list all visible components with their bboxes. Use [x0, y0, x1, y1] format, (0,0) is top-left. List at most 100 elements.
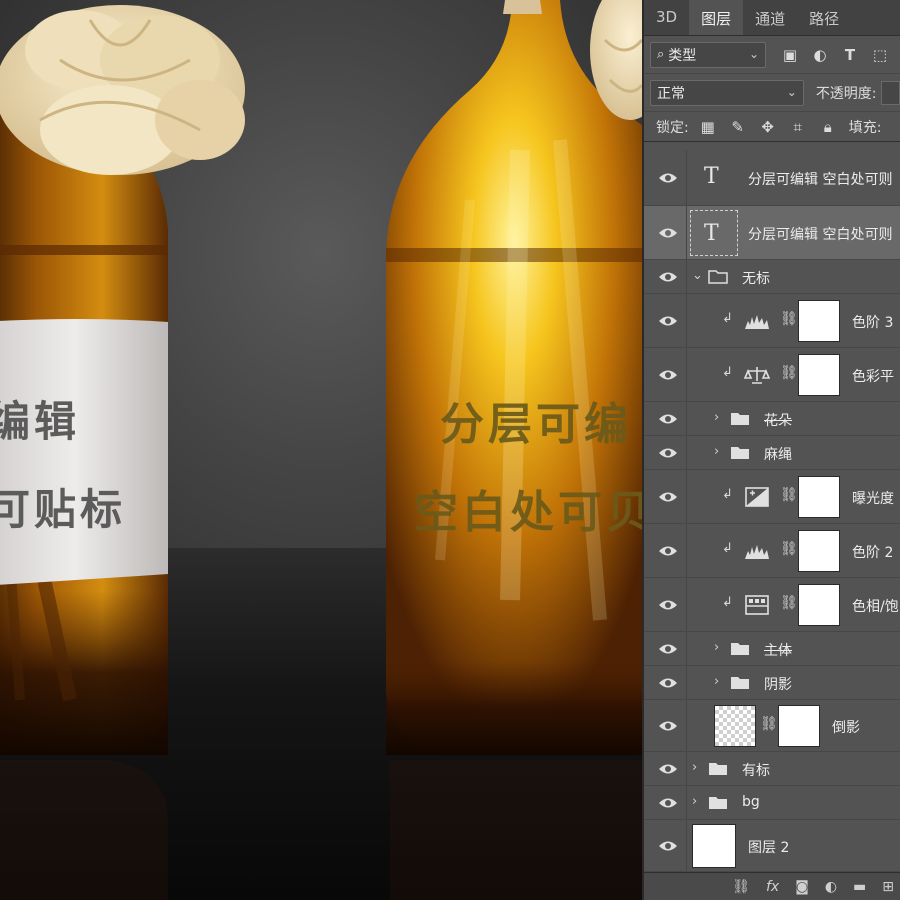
glass-text-line-1: 分层可编: [440, 399, 632, 450]
tab-channels[interactable]: 通道: [743, 0, 797, 35]
eye-icon[interactable]: [658, 762, 678, 776]
layer-row[interactable]: T 分层可编辑 空白处可则: [644, 206, 900, 260]
link-icon[interactable]: ⛓: [780, 311, 798, 327]
layer-name[interactable]: 有标: [742, 760, 770, 780]
layer-name[interactable]: 色相/饱: [852, 596, 899, 616]
fx-icon[interactable]: fx: [766, 879, 779, 895]
filter-shape-icon[interactable]: ⬚: [870, 46, 890, 64]
layer-row[interactable]: › 有标: [644, 752, 900, 786]
tab-paths[interactable]: 路径: [797, 0, 851, 35]
eye-icon[interactable]: [658, 719, 678, 733]
opacity-input[interactable]: [880, 80, 900, 105]
chevron-right-icon[interactable]: ›: [714, 640, 719, 655]
layer-row[interactable]: › bg: [644, 786, 900, 820]
chevron-right-icon[interactable]: ›: [692, 760, 697, 775]
blend-mode-value: 正常: [657, 85, 685, 102]
layer-row[interactable]: ↲ ⛓ 色彩平: [644, 348, 900, 402]
chevron-right-icon[interactable]: ›: [714, 410, 719, 425]
layer-name[interactable]: 麻绳: [764, 444, 792, 464]
eye-icon[interactable]: [658, 598, 678, 612]
eye-icon[interactable]: [658, 270, 678, 284]
document-canvas[interactable]: 编辑 可贴标 分层可编 空白处可贝: [0, 0, 642, 900]
layer-name[interactable]: 曝光度: [852, 488, 894, 508]
eye-icon[interactable]: [658, 642, 678, 656]
lock-image-icon[interactable]: ✎: [727, 118, 749, 136]
eye-icon[interactable]: [658, 490, 678, 504]
link-icon[interactable]: ⛓: [780, 365, 798, 381]
lock-position-icon[interactable]: ✥: [757, 118, 779, 136]
eye-icon[interactable]: [658, 544, 678, 558]
layer-mask-thumbnail[interactable]: [798, 530, 840, 572]
eye-icon[interactable]: [658, 368, 678, 382]
blend-mode-select[interactable]: 正常 ⌄: [650, 79, 804, 106]
chevron-right-icon[interactable]: ›: [692, 794, 697, 809]
new-group-icon[interactable]: ▬: [853, 879, 866, 895]
filter-adjustment-icon[interactable]: ◐: [810, 46, 830, 64]
link-layers-icon[interactable]: ⛓: [732, 879, 750, 895]
layer-name[interactable]: 分层可编辑 空白处可则: [748, 169, 892, 189]
chevron-right-icon[interactable]: ›: [714, 674, 719, 689]
layer-row[interactable]: ↲ ⛓ 曝光度: [644, 470, 900, 524]
layer-thumbnail[interactable]: [714, 705, 756, 747]
layer-row[interactable]: ↲ ⛓ 色相/饱: [644, 578, 900, 632]
color-balance-icon: [744, 367, 770, 384]
layer-row[interactable]: › 花朵: [644, 402, 900, 436]
eye-icon[interactable]: [658, 226, 678, 240]
folder-icon: [731, 677, 749, 689]
layer-row[interactable]: › 主体: [644, 632, 900, 666]
layer-row[interactable]: ⛓ 倒影: [644, 700, 900, 752]
layer-filter-select[interactable]: ⌕ 类型 ⌄: [650, 41, 766, 68]
add-mask-icon[interactable]: ◙: [795, 879, 809, 895]
layer-mask-thumbnail[interactable]: [798, 584, 840, 626]
lock-artboard-icon[interactable]: ⌗: [787, 118, 809, 136]
layer-name[interactable]: 色阶 2: [852, 542, 893, 562]
layer-name[interactable]: 主体: [764, 640, 792, 660]
layer-row[interactable]: › 阴影: [644, 666, 900, 700]
layer-name[interactable]: 花朵: [764, 410, 792, 430]
layer-name[interactable]: 分层可编辑 空白处可则: [748, 224, 892, 244]
tab-layers[interactable]: 图层: [689, 0, 744, 35]
layer-row[interactable]: 图层 2: [644, 820, 900, 872]
folder-icon: [709, 763, 727, 775]
eye-icon[interactable]: [658, 796, 678, 810]
layer-mask-thumbnail[interactable]: [798, 476, 840, 518]
layer-name[interactable]: 阴影: [764, 674, 792, 694]
eye-icon[interactable]: [658, 412, 678, 426]
layer-name[interactable]: 无标: [742, 268, 770, 288]
lock-transparent-icon[interactable]: ▦: [697, 118, 719, 136]
layer-row[interactable]: ⌄ 无标: [644, 260, 900, 294]
layer-name[interactable]: 色彩平: [852, 366, 894, 386]
link-icon[interactable]: ⛓: [780, 541, 798, 557]
link-icon[interactable]: ⛓: [780, 487, 798, 503]
layer-name[interactable]: 图层 2: [748, 837, 789, 857]
chevron-right-icon[interactable]: ›: [714, 444, 719, 459]
layer-row[interactable]: › 麻绳: [644, 436, 900, 470]
new-adjustment-icon[interactable]: ◐: [825, 879, 837, 895]
eye-icon[interactable]: [658, 839, 678, 853]
layer-name[interactable]: 倒影: [832, 717, 860, 737]
eye-icon[interactable]: [658, 314, 678, 328]
eye-icon[interactable]: [658, 171, 678, 185]
layer-row[interactable]: T 分层可编辑 空白处可则: [644, 150, 900, 206]
link-icon[interactable]: ⛓: [760, 716, 778, 732]
layer-mask-thumbnail[interactable]: [798, 300, 840, 342]
filter-pixel-icon[interactable]: ▣: [780, 46, 800, 64]
hue-saturation-icon: [745, 595, 769, 615]
eye-icon[interactable]: [658, 446, 678, 460]
levels-icon: [745, 315, 769, 329]
layer-mask-thumbnail[interactable]: [778, 705, 820, 747]
layer-name[interactable]: 色阶 3: [852, 312, 893, 332]
eye-icon[interactable]: [658, 676, 678, 690]
link-icon[interactable]: ⛓: [780, 595, 798, 611]
lock-all-icon[interactable]: 🔒︎: [817, 118, 839, 136]
layer-thumbnail[interactable]: [692, 824, 736, 868]
layer-name[interactable]: bg: [742, 794, 760, 810]
layer-row[interactable]: ↲ ⛓ 色阶 3: [644, 294, 900, 348]
tab-3d[interactable]: 3D: [644, 0, 689, 35]
layer-mask-thumbnail[interactable]: [798, 354, 840, 396]
lock-label: 锁定:: [656, 119, 689, 136]
layer-row[interactable]: ↲ ⛓ 色阶 2: [644, 524, 900, 578]
filter-type-icon[interactable]: T: [840, 46, 860, 64]
chevron-down-icon[interactable]: ⌄: [692, 268, 703, 283]
new-layer-icon[interactable]: ⊞: [882, 879, 894, 895]
